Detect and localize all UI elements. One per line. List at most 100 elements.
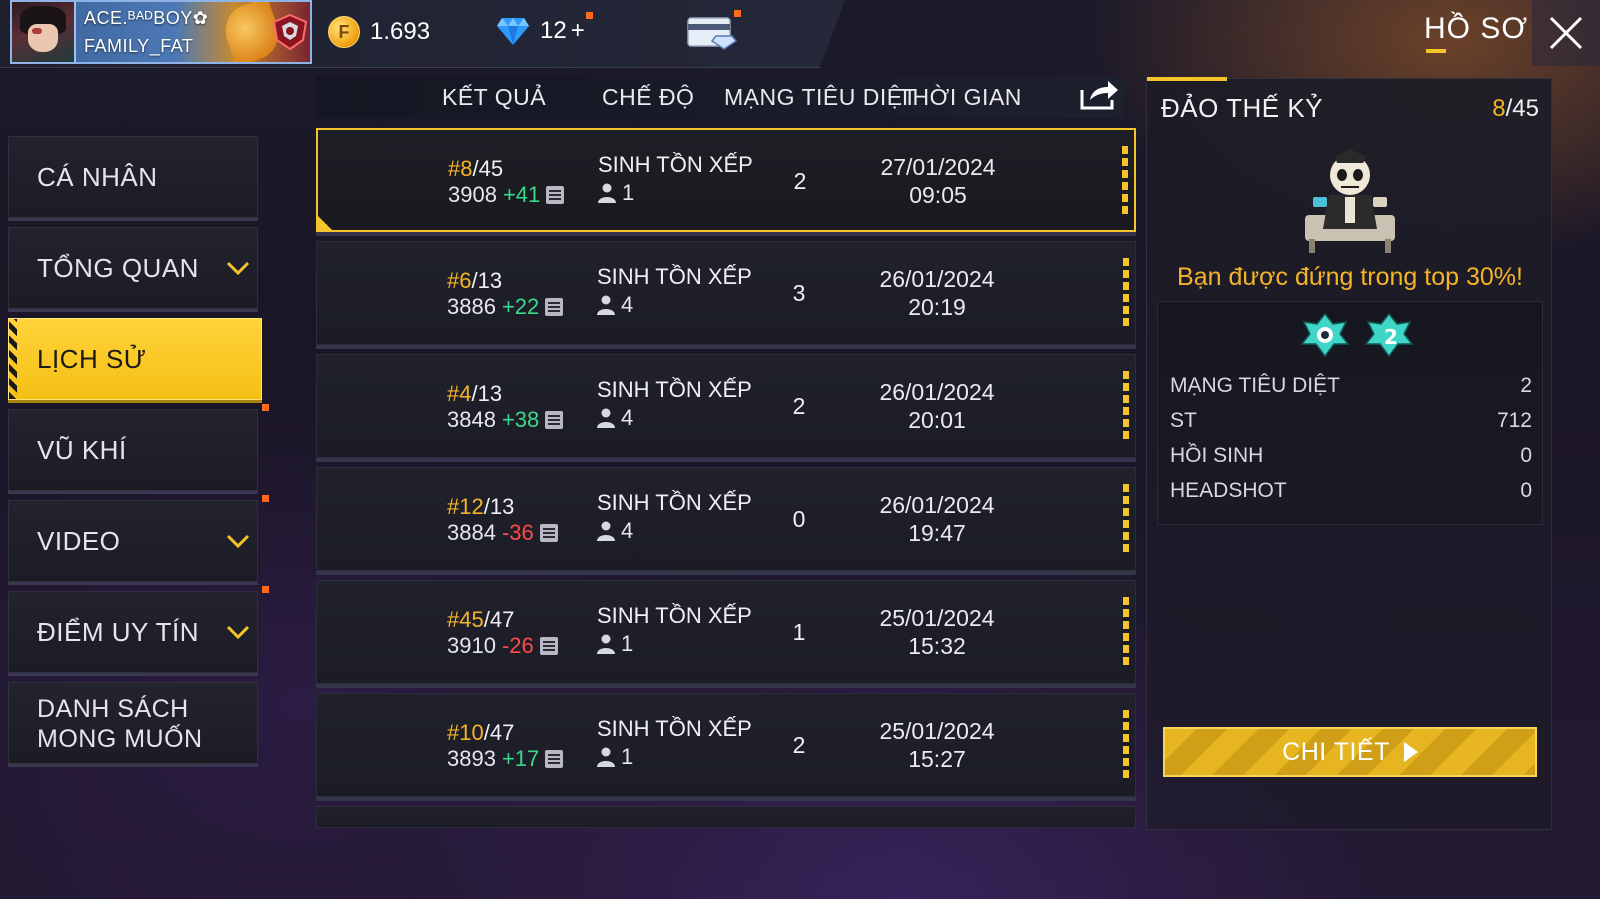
chevron-down-icon xyxy=(226,534,250,549)
match-kills: 3 xyxy=(792,280,806,306)
diamond-amount: 12 xyxy=(540,17,567,44)
match-kills: 1 xyxy=(792,619,806,645)
sidebar-item-overview[interactable]: TỔNG QUAN xyxy=(8,227,258,309)
person-icon xyxy=(597,521,615,541)
person-icon xyxy=(597,634,615,654)
points-delta: +22 xyxy=(501,294,540,319)
svg-text:2: 2 xyxy=(1384,325,1398,349)
match-row[interactable]: #45/47 3910-26 SINH TỒN XẾP HẠ 1 1 25/01… xyxy=(316,580,1136,684)
match-date: 26/01/2024 xyxy=(879,492,995,518)
match-mode: SINH TỒN XẾP HẠ xyxy=(598,152,758,177)
notification-dot xyxy=(262,404,269,411)
stat-headshots: HEADSHOT 0 xyxy=(1170,479,1532,502)
squad-size: 4 xyxy=(597,405,633,431)
sidebar-item-weapons[interactable]: VŨ KHÍ xyxy=(8,404,269,491)
map-name: ĐẢO THẾ KỶ xyxy=(1161,93,1324,123)
history-list: #8/45 3908+41 SINH TỒN XẾP HẠ 1 2 27/01/… xyxy=(316,128,1136,806)
page-title: HỒ SƠ xyxy=(1424,12,1529,45)
chevron-down-icon xyxy=(226,261,250,276)
match-kills: 2 xyxy=(792,732,806,758)
match-time: 20:19 xyxy=(908,294,966,320)
top-percent-message: Bạn được đứng trong top 30%! xyxy=(1177,263,1523,291)
play-icon xyxy=(1403,742,1418,762)
squad-size: 1 xyxy=(598,180,634,206)
row-hazard-stripe xyxy=(1123,484,1129,556)
match-row[interactable]: #10/47 3893+17 SINH TỒN XẾP HẠ 1 2 25/01… xyxy=(316,693,1136,797)
sidebar-item-label: LỊCH SỬ xyxy=(37,343,147,374)
list-icon xyxy=(546,186,565,204)
match-date: 27/01/2024 xyxy=(880,154,996,180)
match-date: 25/01/2024 xyxy=(879,605,995,631)
sidebar: CÁ NHÂN TỔNG QUAN LỊCH SỬ VŨ KHÍ VIDEO Đ… xyxy=(8,136,269,773)
squad-size: 4 xyxy=(597,292,633,318)
gold-currency[interactable]: F 1.693 xyxy=(328,16,430,48)
page-title-underline xyxy=(1426,49,1446,53)
row-hazard-stripe xyxy=(1123,258,1129,330)
match-stats-box: 2 MẠNG TIÊU DIỆT 2 ST 712 HỒI SINH 0 HEADSH… xyxy=(1157,301,1543,525)
share-icon[interactable] xyxy=(1078,78,1120,112)
diamond-topup-plus[interactable]: + xyxy=(571,17,585,45)
sidebar-item-personal[interactable]: CÁ NHÂN xyxy=(8,136,258,218)
diamond-notification-dot xyxy=(586,12,593,19)
stat-revives: HỒI SINH 0 xyxy=(1170,444,1532,467)
list-icon xyxy=(545,298,564,316)
diamond-currency[interactable]: 12 + xyxy=(496,16,585,46)
achievement-badges: 2 xyxy=(1300,312,1414,358)
avatar xyxy=(12,2,76,62)
sidebar-item-history[interactable]: LỊCH SỬ xyxy=(8,318,262,400)
match-points: 3893 +17 xyxy=(447,746,564,772)
match-points: 3884 -36 xyxy=(447,520,558,546)
close-button[interactable] xyxy=(1532,0,1600,66)
match-row[interactable]: #8/45 3908+41 SINH TỒN XẾP HẠ 1 2 27/01/… xyxy=(316,128,1136,232)
sidebar-item-label: CÁ NHÂN xyxy=(37,161,158,192)
match-row[interactable]: #4/13 3848+38 SINH TỒN XẾP HẠ 4 2 26/01/… xyxy=(316,354,1136,458)
match-points: 3910 -26 xyxy=(447,633,558,659)
match-row[interactable]: #12/13 3884-36 SINH TỒN XẾP HẠ 4 0 26/01… xyxy=(316,467,1136,571)
row-hazard-stripe xyxy=(1122,146,1128,218)
sidebar-item-label: VIDEO xyxy=(37,525,121,556)
membership-card-icon[interactable] xyxy=(686,14,738,50)
mascot-icon xyxy=(1305,149,1395,253)
sidebar-item-video[interactable]: VIDEO xyxy=(8,495,269,582)
match-row[interactable]: #6/13 3886+22 SINH TỒN XẾP HẠ 4 3 26/01/… xyxy=(316,241,1136,345)
detail-rank: 8/45 xyxy=(1492,95,1539,122)
notification-dot xyxy=(262,495,269,502)
column-header-result: KẾT QUẢ xyxy=(442,84,547,110)
list-icon xyxy=(539,524,558,542)
points-delta: -26 xyxy=(501,633,534,658)
list-icon xyxy=(539,637,558,655)
column-header-kills: MẠNG TIÊU DIỆT xyxy=(724,84,918,110)
match-detail-panel: ĐẢO THẾ KỶ 8/45 Bạn được đứng trong top … xyxy=(1146,77,1552,830)
match-rank: #45/47 xyxy=(447,607,515,632)
match-rank: #8/45 xyxy=(448,156,504,181)
close-icon xyxy=(1549,16,1583,50)
rank-emblem-icon xyxy=(272,13,308,51)
notification-dot xyxy=(262,586,269,593)
badge-icon: 2 xyxy=(1364,312,1414,358)
sidebar-item-reputation[interactable]: ĐIỂM UY TÍN xyxy=(8,586,269,673)
details-button[interactable]: CHI TIẾT xyxy=(1163,727,1537,777)
chevron-down-icon xyxy=(226,625,250,640)
list-icon xyxy=(545,750,564,768)
match-date: 25/01/2024 xyxy=(879,718,995,744)
match-time: 15:32 xyxy=(908,633,966,659)
match-mode: SINH TỒN XẾP HẠ xyxy=(597,716,757,741)
sidebar-item-label-line1: DANH SÁCH xyxy=(37,695,189,723)
sidebar-item-wishlist[interactable]: DANH SÁCH MONG MUỐN xyxy=(8,682,258,764)
sidebar-item-label: VŨ KHÍ xyxy=(37,434,127,465)
match-row-partial[interactable] xyxy=(316,806,1136,828)
gold-amount: 1.693 xyxy=(370,18,431,45)
match-points: 3886 +22 xyxy=(447,294,564,320)
sidebar-item-label-line2: MONG MUỐN xyxy=(37,725,203,753)
player-profile-card[interactable]: ACE.ᴮᴬᴰBOY✿ FAMILY_FAT xyxy=(10,0,312,64)
match-mode: SINH TỒN XẾP HẠ xyxy=(597,264,757,289)
column-header-time: THỜI GIAN xyxy=(898,84,1022,110)
match-kills: 0 xyxy=(792,506,806,532)
history-table-header: KẾT QUẢ CHẾ ĐỘ MẠNG TIÊU DIỆT THỜI GIAN xyxy=(316,76,1124,118)
match-mode: SINH TỒN XẾP HẠ xyxy=(597,377,757,402)
match-rank: #4/13 xyxy=(447,381,503,406)
stat-kills: MẠNG TIÊU DIỆT 2 xyxy=(1170,374,1532,397)
sidebar-item-label: ĐIỂM UY TÍN xyxy=(37,616,200,647)
match-time: 09:05 xyxy=(909,182,967,208)
match-time: 19:47 xyxy=(908,520,966,546)
